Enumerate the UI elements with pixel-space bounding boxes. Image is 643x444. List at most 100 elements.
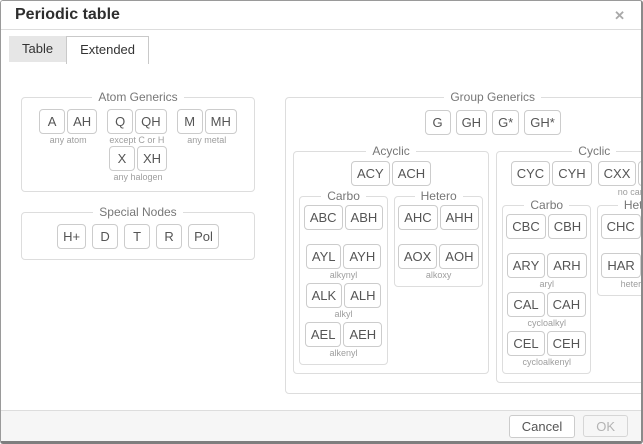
except-c-or-h-group: Q QH except C or H <box>107 109 167 146</box>
right-column: Group Generics G GH G* GH* Acyclic ACY A… <box>285 90 643 394</box>
group-aeh-button[interactable]: AEH <box>343 322 382 347</box>
hetero-aryl-caption: hetero aryl <box>621 279 643 290</box>
atom-ah-button[interactable]: AH <box>67 109 97 134</box>
any-atom-group: A AH any atom <box>39 109 97 146</box>
atom-generics-row-2: X XH any halogen <box>30 146 246 183</box>
group-aoh-button[interactable]: AOH <box>439 244 479 269</box>
group-ach-button[interactable]: ACH <box>392 161 431 186</box>
cyclic-hetero-legend: Hetero <box>618 198 643 212</box>
group-gh-button[interactable]: GH <box>456 110 488 135</box>
aryl-caption: aryl <box>539 279 554 290</box>
special-h-plus-button[interactable]: H+ <box>57 224 86 249</box>
atom-mh-button[interactable]: MH <box>205 109 237 134</box>
cyclic-carbo-legend: Carbo <box>524 198 569 212</box>
group-ceh-button[interactable]: CEH <box>547 331 586 356</box>
group-g-star-button[interactable]: G* <box>492 110 519 135</box>
acyclic-hetero-section: Hetero AHC AHH <box>394 189 483 287</box>
cyclic-top-row: CYC CYH CXX CXH no carbon <box>502 161 643 198</box>
group-cel-button[interactable]: CEL <box>507 331 544 356</box>
alkyl-caption: alkyl <box>335 309 353 320</box>
alkynyl-caption: alkynyl <box>330 270 358 281</box>
group-cbc-button[interactable]: CBC <box>506 214 545 239</box>
acyclic-carbo-section: Carbo ABC ABH <box>299 189 388 365</box>
group-cal-button[interactable]: CAL <box>507 292 544 317</box>
atom-generics-section: Atom Generics A AH any atom Q QH <box>21 90 255 192</box>
atom-q-button[interactable]: Q <box>107 109 133 134</box>
group-ael-button[interactable]: AEL <box>305 322 342 347</box>
group-ary-button[interactable]: ARY <box>507 253 546 278</box>
acyclic-top-pair: ACY ACH <box>299 161 483 186</box>
group-abh-button[interactable]: ABH <box>345 205 384 230</box>
atom-xh-button[interactable]: XH <box>137 146 167 171</box>
special-nodes-legend: Special Nodes <box>93 205 182 219</box>
dialog-body: Atom Generics A AH any atom Q QH <box>1 64 641 410</box>
acyclic-carbo-legend: Carbo <box>321 189 366 203</box>
special-d-button[interactable]: D <box>92 224 118 249</box>
group-ayl-button[interactable]: AYL <box>306 244 342 269</box>
group-generics-section: Group Generics G GH G* GH* Acyclic ACY A… <box>285 90 643 394</box>
group-ahh-button[interactable]: AHH <box>440 205 479 230</box>
group-cxx-button[interactable]: CXX <box>598 161 637 186</box>
cycloalkenyl-caption: cycloalkenyl <box>522 357 571 368</box>
tab-extended[interactable]: Extended <box>66 36 149 64</box>
except-c-or-h-caption: except C or H <box>109 135 164 146</box>
atom-generics-row-1: A AH any atom Q QH except C or H <box>30 109 246 146</box>
cyclic-hetero-section: Hetero CHC CHH <box>597 198 643 296</box>
cancel-button[interactable]: Cancel <box>509 415 575 438</box>
group-cyh-button[interactable]: CYH <box>552 161 591 186</box>
atom-generics-legend: Atom Generics <box>92 90 183 104</box>
alkenyl-caption: alkenyl <box>330 348 358 359</box>
any-atom-caption: any atom <box>50 135 87 146</box>
ok-button[interactable]: OK <box>583 415 628 437</box>
group-arh-button[interactable]: ARH <box>547 253 586 278</box>
cyclic-carbo-section: Carbo CBC CBH <box>502 198 591 374</box>
special-r-button[interactable]: R <box>156 224 182 249</box>
left-column: Atom Generics A AH any atom Q QH <box>21 90 255 260</box>
group-cxh-button[interactable]: CXH <box>638 161 643 186</box>
group-acy-button[interactable]: ACY <box>351 161 390 186</box>
cyclic-sub-row: Carbo CBC CBH <box>502 198 643 374</box>
atom-qh-button[interactable]: QH <box>135 109 167 134</box>
group-alh-button[interactable]: ALH <box>344 283 381 308</box>
atom-a-button[interactable]: A <box>39 109 65 134</box>
special-nodes-row: H+ D T R Pol <box>30 224 246 249</box>
tab-table[interactable]: Table <box>9 36 66 62</box>
acyclic-legend: Acyclic <box>366 144 415 158</box>
cycloalkyl-caption: cycloalkyl <box>527 318 566 329</box>
special-t-button[interactable]: T <box>124 224 150 249</box>
close-icon[interactable]: ✕ <box>610 7 629 24</box>
alkoxy-caption: alkoxy <box>426 270 452 281</box>
dialog-title: Periodic table <box>15 6 120 24</box>
group-generics-legend: Group Generics <box>444 90 541 104</box>
group-generics-row: G GH G* GH* <box>293 110 643 135</box>
dialog-header: Periodic table ✕ <box>1 1 641 30</box>
special-nodes-section: Special Nodes H+ D T R Pol <box>21 205 255 260</box>
no-carbon-caption: no carbon <box>618 187 643 198</box>
periodic-table-dialog: Periodic table ✕ Table Extended Atom Gen… <box>0 0 643 444</box>
group-g-button[interactable]: G <box>425 110 451 135</box>
special-pol-button[interactable]: Pol <box>188 224 219 249</box>
group-har-button[interactable]: HAR <box>601 253 640 278</box>
group-aox-button[interactable]: AOX <box>398 244 437 269</box>
atom-x-button[interactable]: X <box>109 146 135 171</box>
atom-m-button[interactable]: M <box>177 109 203 134</box>
cyclic-legend: Cyclic <box>572 144 616 158</box>
group-cah-button[interactable]: CAH <box>547 292 586 317</box>
group-cbh-button[interactable]: CBH <box>548 214 587 239</box>
any-metal-group: M MH any metal <box>177 109 237 146</box>
any-halogen-group: X XH any halogen <box>109 146 167 183</box>
group-gh-star-button[interactable]: GH* <box>524 110 561 135</box>
group-abc-button[interactable]: ABC <box>304 205 343 230</box>
acyclic-cyclic-row: Acyclic ACY ACH Carbo A <box>293 144 643 383</box>
acyclic-sub-row: Carbo ABC ABH <box>299 189 483 365</box>
group-cyc-button[interactable]: CYC <box>511 161 550 186</box>
group-ayh-button[interactable]: AYH <box>343 244 381 269</box>
dialog-footer: Cancel OK <box>1 410 641 441</box>
tab-bar: Table Extended <box>1 30 641 64</box>
group-chc-button[interactable]: CHC <box>601 214 641 239</box>
acyclic-section: Acyclic ACY ACH Carbo A <box>293 144 489 374</box>
group-alk-button[interactable]: ALK <box>306 283 343 308</box>
cyclic-section: Cyclic CYC CYH CXX <box>496 144 643 383</box>
group-ahc-button[interactable]: AHC <box>398 205 437 230</box>
any-metal-caption: any metal <box>187 135 226 146</box>
